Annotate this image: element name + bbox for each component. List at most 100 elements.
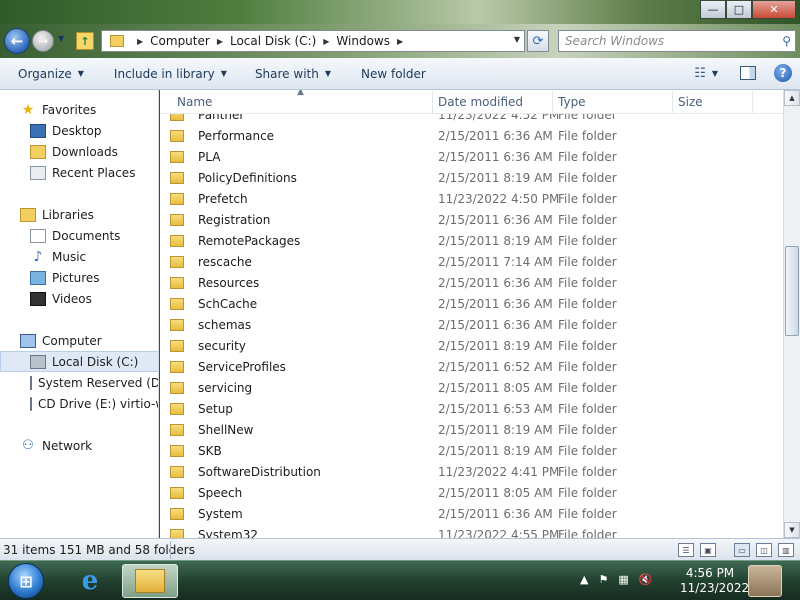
file-row[interactable]: RemotePackages 2/15/2011 8:19 AM File fold… — [170, 230, 770, 251]
file-row[interactable]: Registration 2/15/2011 6:36 AM File folder — [170, 209, 770, 230]
file-row[interactable]: Performance 2/15/2011 6:36 AM File folder — [170, 125, 770, 146]
file-row[interactable]: rescache 2/15/2011 7:14 AM File folder — [170, 251, 770, 272]
file-row[interactable]: ServiceProfiles 2/15/2011 6:52 AM File fol… — [170, 356, 770, 377]
show-hidden-icons-icon[interactable]: ▲ — [580, 573, 588, 586]
chevron-right-icon[interactable]: ▶ — [137, 37, 143, 46]
file-name: SoftwareDistribution — [198, 464, 321, 479]
thumbnails-view-icon[interactable]: ▣ — [700, 543, 716, 557]
search-input[interactable] — [565, 31, 775, 51]
minimize-button[interactable]: — — [700, 0, 726, 19]
views-icon[interactable]: ☷ — [694, 66, 706, 81]
folder-icon — [170, 528, 184, 538]
scroll-down-button[interactable]: ▼ — [784, 522, 800, 538]
organize-button[interactable]: Organize ▼ — [10, 67, 92, 81]
file-date-modified: 2/15/2011 8:19 AM — [438, 338, 553, 353]
chevron-right-icon[interactable]: ▶ — [217, 37, 223, 46]
column-header-date-modified[interactable]: Date modified — [438, 95, 523, 109]
details-pane-icon[interactable]: ▥ — [778, 543, 794, 557]
nav-computer[interactable]: Computer — [0, 330, 158, 351]
nav-recent-places[interactable]: Recent Places — [0, 162, 158, 183]
maximize-button[interactable]: □ — [726, 0, 752, 19]
new-folder-button[interactable]: New folder — [353, 67, 434, 81]
close-button[interactable]: ✕ — [752, 0, 796, 19]
folder-icon — [170, 423, 184, 436]
include-in-library-button[interactable]: Include in library ▼ — [106, 67, 235, 81]
file-row[interactable]: System32 11/23/2022 4:55 PM File folder — [170, 524, 770, 538]
column-header-type[interactable]: Type — [558, 95, 586, 109]
file-type: File folder — [558, 485, 617, 500]
address-dropdown-icon[interactable]: ▼ — [514, 35, 520, 44]
file-date-modified: 2/15/2011 6:36 AM — [438, 149, 553, 164]
file-row[interactable]: PolicyDefinitions 2/15/2011 8:19 AM File f… — [170, 167, 770, 188]
file-row[interactable]: Speech 2/15/2011 8:05 AM File folder — [170, 482, 770, 503]
network-status-icon[interactable]: ▦ — [618, 573, 628, 586]
clock[interactable]: 4:56 PM 11/23/2022 — [680, 566, 749, 596]
forward-button[interactable]: → — [32, 30, 54, 52]
file-row[interactable]: ShellNew 2/15/2011 8:19 AM File folder — [170, 419, 770, 440]
nav-desktop[interactable]: Desktop — [0, 120, 158, 141]
nav-favorites[interactable]: ★ Favorites — [0, 99, 158, 120]
file-row[interactable]: SoftwareDistribution 11/23/2022 4:41 PM Fi… — [170, 461, 770, 482]
preview-pane-icon[interactable] — [740, 66, 756, 80]
column-headers: ▲ Name Date modified Type Size — [160, 90, 783, 114]
nav-downloads[interactable]: Downloads — [0, 141, 158, 162]
folder-icon — [170, 234, 184, 247]
address-bar[interactable]: ▶ Computer ▶ Local Disk (C:) ▶ Windows ▶… — [101, 30, 525, 52]
file-row[interactable]: SKB 2/15/2011 8:19 AM File folder — [170, 440, 770, 461]
volume-muted-icon[interactable]: 🔇 — [639, 573, 653, 586]
file-row[interactable]: PLA 2/15/2011 6:36 AM File folder — [170, 146, 770, 167]
file-row[interactable]: System 2/15/2011 6:36 AM File folder — [170, 503, 770, 524]
scrollbar-thumb[interactable] — [785, 246, 799, 336]
taskbar-windows-explorer[interactable] — [122, 564, 178, 598]
back-button[interactable]: ← — [4, 28, 30, 54]
share-with-button[interactable]: Share with ▼ — [247, 67, 339, 81]
column-header-size[interactable]: Size — [678, 95, 703, 109]
nav-documents[interactable]: Documents — [0, 225, 158, 246]
column-divider[interactable] — [672, 90, 673, 114]
file-row[interactable]: servicing 2/15/2011 8:05 AM File folder — [170, 377, 770, 398]
nav-pictures[interactable]: Pictures — [0, 267, 158, 288]
refresh-button[interactable]: ⟳ — [527, 30, 549, 52]
file-row[interactable]: security 2/15/2011 8:19 AM File folder — [170, 335, 770, 356]
folder-up-icon[interactable]: ↑ — [76, 32, 94, 50]
search-icon[interactable]: ⚲ — [782, 34, 791, 48]
file-row[interactable]: SchCache 2/15/2011 6:36 AM File folder — [170, 293, 770, 314]
breadcrumb-local-disk[interactable]: Local Disk (C:) — [230, 34, 316, 48]
file-type: File folder — [558, 275, 617, 290]
file-name: Resources — [198, 275, 260, 290]
nav-cd-drive[interactable]: CD Drive (E:) virtio-w — [0, 393, 158, 414]
chevron-right-icon[interactable]: ▶ — [323, 37, 329, 46]
file-row[interactable]: Resources 2/15/2011 6:36 AM File folder — [170, 272, 770, 293]
nav-music[interactable]: ♪ Music — [0, 246, 158, 267]
recent-pages-dropdown[interactable]: ▼ — [58, 34, 64, 43]
scroll-up-button[interactable]: ▲ — [784, 90, 800, 106]
help-button[interactable]: ? — [774, 64, 792, 82]
file-row[interactable]: Prefetch 11/23/2022 4:50 PM File folder — [170, 188, 770, 209]
taskbar-internet-explorer[interactable]: e — [62, 564, 118, 598]
nav-videos[interactable]: Videos — [0, 288, 158, 309]
column-divider[interactable] — [552, 90, 553, 114]
details-view-icon[interactable]: ☰ — [678, 543, 694, 557]
start-button[interactable]: ⊞ — [8, 563, 44, 599]
nav-libraries[interactable]: Libraries — [0, 204, 158, 225]
file-row[interactable]: Setup 2/15/2011 6:53 AM File folder — [170, 398, 770, 419]
nav-network[interactable]: ⚇ Network — [0, 435, 158, 456]
nav-local-disk[interactable]: Local Disk (C:) — [0, 351, 158, 372]
preview-layout-icon[interactable]: ◫ — [756, 543, 772, 557]
views-dropdown-icon[interactable]: ▼ — [712, 69, 718, 78]
column-divider[interactable] — [432, 90, 433, 114]
nav-network-label: Network — [42, 438, 93, 453]
nav-system-reserved[interactable]: System Reserved (D: — [0, 372, 158, 393]
file-name: Prefetch — [198, 191, 248, 206]
breadcrumb-windows[interactable]: Windows — [336, 34, 390, 48]
user-thumbnail-icon[interactable] — [748, 565, 782, 597]
chevron-right-icon[interactable]: ▶ — [397, 37, 403, 46]
folder-icon — [110, 35, 124, 47]
column-header-name[interactable]: Name — [177, 95, 212, 109]
action-center-flag-icon[interactable]: ⚑ — [598, 573, 608, 586]
file-row[interactable]: schemas 2/15/2011 6:36 AM File folder — [170, 314, 770, 335]
pane-layout-icon[interactable]: ▭ — [734, 543, 750, 557]
vertical-scrollbar[interactable]: ▲ ▼ — [783, 90, 800, 538]
breadcrumb-computer[interactable]: Computer — [150, 34, 210, 48]
column-divider[interactable] — [752, 90, 753, 114]
